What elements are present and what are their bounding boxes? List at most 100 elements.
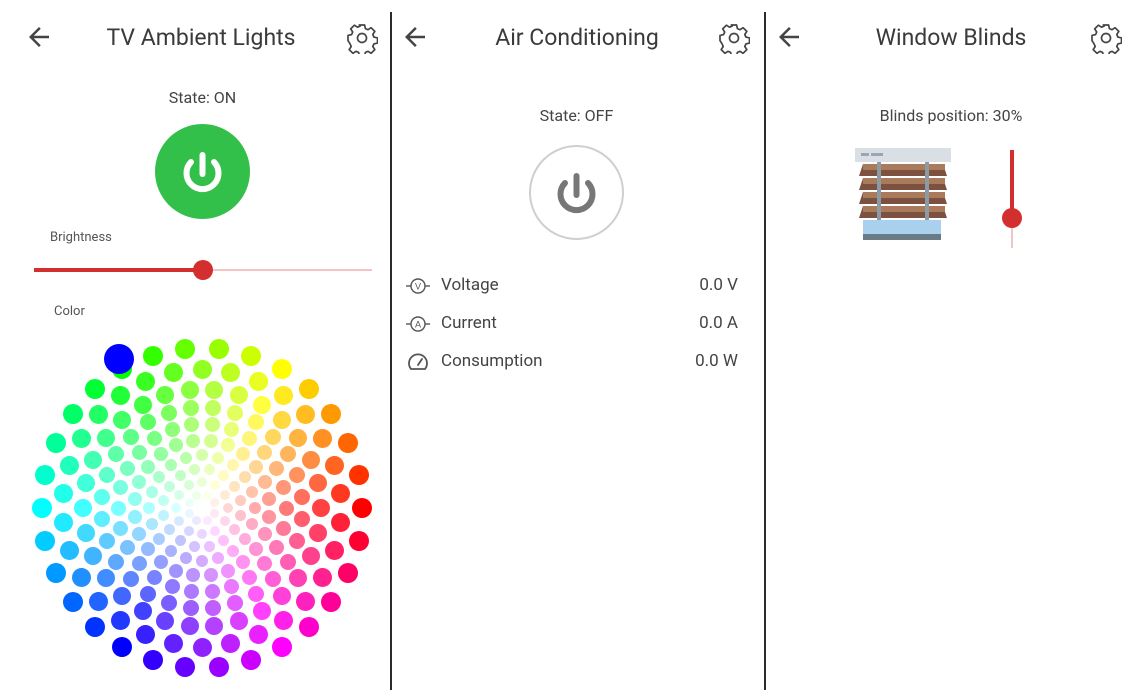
color-swatch[interactable] [156,385,175,404]
color-swatch[interactable] [62,403,83,424]
color-swatch[interactable] [312,568,332,587]
slider-thumb[interactable] [193,260,213,280]
color-swatch[interactable] [204,540,216,552]
color-swatch[interactable] [127,509,142,524]
color-swatch[interactable] [74,499,92,517]
color-swatch[interactable] [164,421,180,437]
color-swatch[interactable] [338,563,359,584]
color-swatch[interactable] [98,466,115,483]
color-swatch[interactable] [110,610,130,630]
color-swatch[interactable] [180,380,199,399]
color-swatch[interactable] [192,490,202,500]
color-swatch[interactable] [175,338,196,359]
color-swatch[interactable] [204,464,216,476]
color-swatch[interactable] [202,490,212,500]
color-swatch[interactable] [238,533,251,546]
color-swatch[interactable] [221,438,236,453]
color-wheel[interactable] [0,300,390,690]
color-swatch[interactable] [174,516,185,526]
color-swatch[interactable] [163,362,183,382]
color-swatch[interactable] [229,612,248,631]
color-swatch[interactable] [179,552,192,565]
color-swatch[interactable] [202,516,212,526]
color-swatch[interactable] [93,488,110,505]
color-swatch[interactable] [309,474,328,493]
color-swatch[interactable] [219,490,230,500]
color-swatch[interactable] [204,417,220,433]
color-swatch[interactable] [227,459,240,472]
color-swatch[interactable] [158,494,170,506]
color-swatch[interactable] [294,488,311,505]
color-swatch[interactable] [72,429,92,448]
color-swatch[interactable] [196,555,208,567]
color-swatch[interactable] [312,429,332,448]
color-swatch[interactable] [210,498,220,508]
color-swatch[interactable] [131,444,147,460]
back-button[interactable] [24,22,54,52]
color-swatch[interactable] [145,518,158,531]
color-swatch[interactable] [348,531,369,552]
color-swatch[interactable] [141,542,156,557]
color-swatch[interactable] [321,592,342,613]
color-swatch[interactable] [54,513,74,533]
color-swatch[interactable] [156,612,175,631]
color-swatch[interactable] [221,634,241,654]
color-swatch[interactable] [294,511,311,528]
color-swatch[interactable] [84,616,105,637]
color-swatch[interactable] [142,650,163,671]
color-swatch[interactable] [205,399,222,416]
color-swatch[interactable] [312,499,330,517]
color-swatch[interactable] [153,447,168,462]
color-swatch[interactable] [122,428,139,445]
color-swatch[interactable] [241,650,262,671]
color-swatch[interactable] [133,395,152,414]
color-swatch[interactable] [257,527,272,542]
color-swatch[interactable] [98,533,115,550]
color-swatch[interactable] [246,485,259,498]
color-swatch[interactable] [242,569,258,585]
color-swatch[interactable] [218,470,230,482]
color-swatch[interactable] [89,405,109,425]
color-swatch[interactable] [295,405,315,425]
color-swatch[interactable] [164,579,180,595]
color-swatch[interactable] [272,636,292,657]
color-swatch[interactable] [96,429,115,448]
color-swatch[interactable] [246,518,259,531]
color-swatch[interactable] [188,464,200,476]
color-swatch[interactable] [236,447,251,462]
color-swatch[interactable] [113,587,132,606]
color-swatch[interactable] [279,553,296,570]
color-swatch[interactable] [108,446,125,463]
color-swatch[interactable] [295,591,315,611]
color-swatch[interactable] [249,625,269,645]
color-swatch[interactable] [276,520,292,536]
color-swatch[interactable] [348,464,369,485]
color-swatch[interactable] [219,516,230,526]
color-swatch[interactable] [54,483,74,503]
color-swatch[interactable] [45,563,66,584]
color-swatch[interactable] [84,379,105,400]
color-swatch[interactable] [352,498,372,518]
color-swatch[interactable] [203,433,218,448]
color-swatch[interactable] [278,500,294,516]
color-swatch[interactable] [228,524,240,536]
color-swatch[interactable] [76,523,95,542]
color-swatch[interactable] [257,556,273,572]
color-swatch[interactable] [192,516,202,526]
color-swatch[interactable] [268,539,284,555]
color-swatch[interactable] [76,474,95,493]
color-swatch[interactable] [120,461,136,477]
color-swatch[interactable] [208,657,229,678]
color-swatch[interactable] [234,510,246,522]
color-swatch[interactable] [299,616,320,637]
color-swatch[interactable] [205,380,224,399]
color-swatch[interactable] [112,520,128,536]
color-swatch[interactable] [163,634,183,654]
color-swatch[interactable] [84,547,103,566]
color-swatch[interactable] [248,459,263,474]
power-button[interactable] [155,124,250,219]
color-swatch[interactable] [249,502,261,514]
settings-button[interactable] [718,22,751,57]
color-swatch[interactable] [262,509,277,524]
color-swatch[interactable] [324,455,344,475]
